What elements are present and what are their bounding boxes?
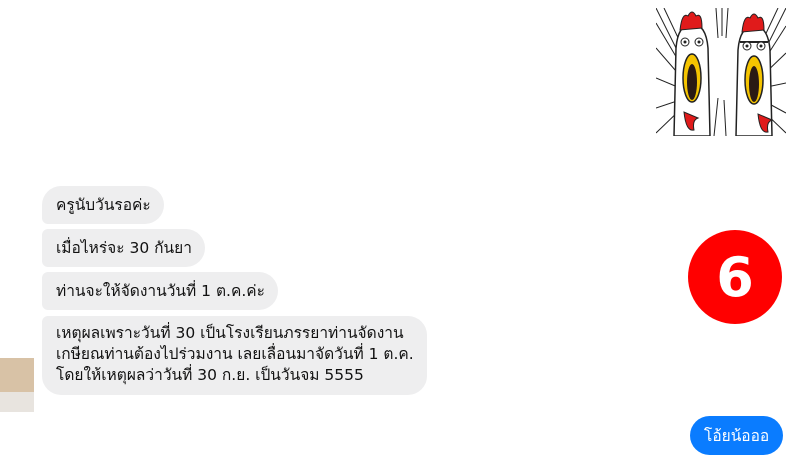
sender-avatar[interactable] bbox=[0, 358, 34, 412]
incoming-message[interactable]: ครูนับวันรอค่ะ bbox=[42, 186, 164, 224]
chat-conversation: ครูนับวันรอค่ะ เมื่อไหร่จะ 30 กันยา ท่าน… bbox=[0, 0, 800, 473]
incoming-message[interactable]: เหตุผลเพราะวันที่ 30 เป็นโรงเรียนภรรยาท่… bbox=[42, 316, 427, 395]
outgoing-message[interactable]: โอ้ยน้อออ bbox=[690, 416, 784, 455]
number-badge: 6 bbox=[688, 230, 782, 324]
screaming-chickens-sticker-icon[interactable] bbox=[656, 8, 786, 136]
incoming-message[interactable]: เมื่อไหร่จะ 30 กันยา bbox=[42, 229, 205, 267]
incoming-message[interactable]: ท่านจะให้จัดงานวันที่ 1 ต.ค.ค่ะ bbox=[42, 272, 278, 310]
